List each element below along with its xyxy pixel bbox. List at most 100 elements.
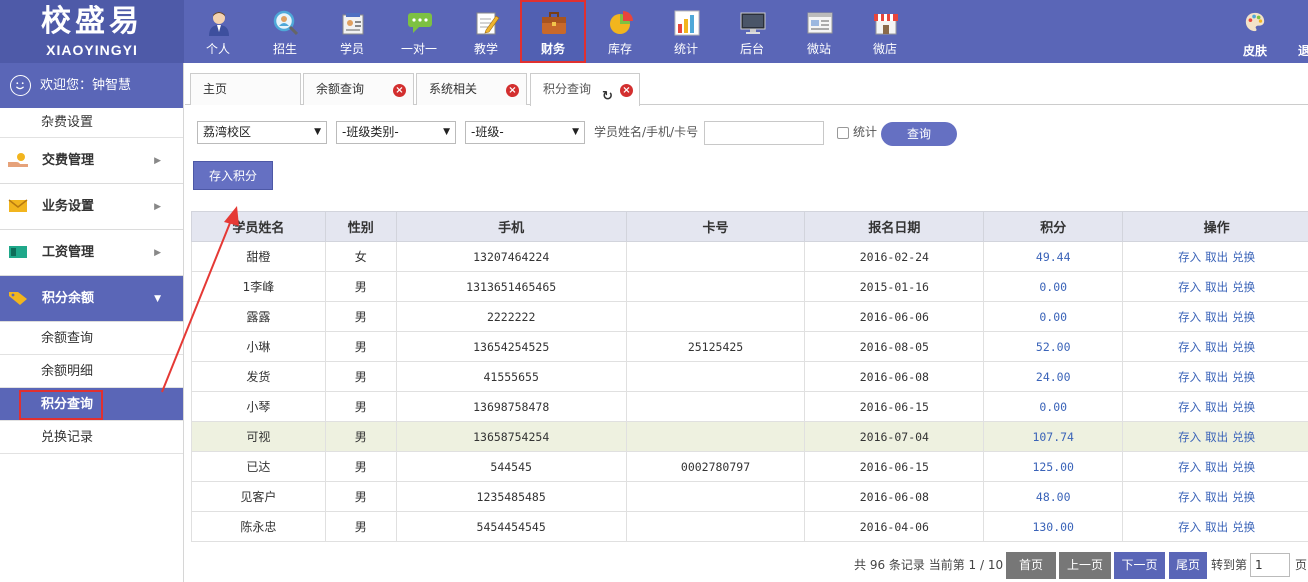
column-header-points[interactable]: 积分: [983, 211, 1124, 242]
cell-gender: 男: [324, 481, 397, 512]
deposit-link[interactable]: 存入: [1178, 280, 1201, 294]
withdraw-link[interactable]: 取出: [1205, 250, 1228, 264]
nav-teaching[interactable]: 教学: [454, 0, 518, 63]
pager-last-button[interactable]: 尾页: [1169, 552, 1207, 579]
sidebar-item-balance-detail[interactable]: 余额明细: [0, 355, 183, 388]
pager-first-button[interactable]: 首页: [1006, 552, 1056, 579]
withdraw-link[interactable]: 取出: [1205, 280, 1228, 294]
nav-one-on-one[interactable]: 一对一: [387, 0, 451, 63]
deposit-link[interactable]: 存入: [1178, 310, 1201, 324]
withdraw-link[interactable]: 取出: [1205, 370, 1228, 384]
nav-backend[interactable]: 后台: [720, 0, 784, 63]
withdraw-link[interactable]: 取出: [1205, 340, 1228, 354]
pager-prev-button[interactable]: 上一页: [1059, 552, 1111, 579]
withdraw-link[interactable]: 取出: [1205, 400, 1228, 414]
nav-micro-site[interactable]: 微站: [787, 0, 851, 63]
stat-checkbox[interactable]: [837, 127, 849, 139]
cell-actions: 存入 取出 兑换: [1122, 511, 1308, 542]
deposit-link[interactable]: 存入: [1178, 250, 1201, 264]
nav-personal[interactable]: 个人: [186, 0, 250, 63]
exchange-link[interactable]: 兑换: [1232, 520, 1255, 534]
cell-card: 0002780797: [625, 451, 806, 482]
pager-next-button[interactable]: 下一页: [1114, 552, 1165, 579]
campus-select[interactable]: 荔湾校区 ▼: [197, 121, 327, 144]
tab-points-query[interactable]: 积分查询 ↻ ×: [530, 73, 640, 106]
exchange-link[interactable]: 兑换: [1232, 430, 1255, 444]
sidebar-item-exchange-records[interactable]: 兑换记录: [0, 421, 183, 454]
exchange-link[interactable]: 兑换: [1232, 340, 1255, 354]
close-icon[interactable]: ×: [506, 84, 519, 97]
exchange-link[interactable]: 兑换: [1232, 490, 1255, 504]
deposit-link[interactable]: 存入: [1178, 520, 1201, 534]
welcome-bar: 欢迎您：钟智慧: [0, 63, 183, 108]
column-header-date[interactable]: 报名日期: [804, 211, 985, 242]
exchange-link[interactable]: 兑换: [1232, 250, 1255, 264]
exchange-link[interactable]: 兑换: [1232, 280, 1255, 294]
sidebar-item-balance-query[interactable]: 余额查询: [0, 322, 183, 355]
pager-page-input[interactable]: 1: [1250, 553, 1290, 577]
table-header-row: 学员姓名 性别 手机 卡号 报名日期 积分 操作: [191, 211, 1308, 242]
table-row: 1李峰男 1313651465465 2015-01-16 0.00 存入 取出 兑换: [191, 271, 1308, 302]
exchange-link[interactable]: 兑换: [1232, 310, 1255, 324]
sidebar-menu-payment[interactable]: 交费管理 ▶: [0, 138, 183, 184]
tab-balance-query[interactable]: 余额查询 ×: [303, 73, 414, 105]
close-icon[interactable]: ×: [393, 84, 406, 97]
nav-exit[interactable]: 退: [1290, 0, 1308, 63]
table-row: 可视男 13658754254 2016-07-04 107.74 存入 取出 兑换: [191, 421, 1308, 452]
deposit-link[interactable]: 存入: [1178, 370, 1201, 384]
nav-skin[interactable]: 皮肤: [1225, 0, 1285, 63]
column-header-gender[interactable]: 性别: [324, 211, 397, 242]
sidebar-menu-salary[interactable]: 工资管理 ▶: [0, 230, 183, 276]
shop-icon: [874, 14, 898, 35]
column-header-phone[interactable]: 手机: [395, 211, 627, 242]
search-label: 学员姓名/手机/卡号: [594, 125, 699, 139]
nav-enrollment[interactable]: 招生: [253, 0, 317, 63]
nav-finance[interactable]: 财务: [520, 0, 586, 63]
cell-points: 107.74: [983, 421, 1124, 452]
person-icon: [209, 12, 229, 36]
nav-students[interactable]: 学员: [320, 0, 384, 63]
exchange-link[interactable]: 兑换: [1232, 460, 1255, 474]
pager-goto-label: 转到第: [1211, 558, 1248, 572]
deposit-link[interactable]: 存入: [1178, 340, 1201, 354]
nav-label: 微店: [872, 42, 897, 56]
deposit-link[interactable]: 存入: [1178, 490, 1201, 504]
nav-micro-shop[interactable]: 微店: [853, 0, 917, 63]
column-header-card[interactable]: 卡号: [625, 211, 806, 242]
sidebar-item-points-query[interactable]: 积分查询: [0, 388, 183, 421]
refresh-icon[interactable]: ↻: [602, 82, 613, 112]
sidebar-menu-points-balance[interactable]: 积分余额 ▼: [0, 276, 183, 322]
cell-name: 小琴: [191, 391, 326, 422]
tab-home[interactable]: 主页: [190, 73, 301, 105]
exchange-link[interactable]: 兑换: [1232, 370, 1255, 384]
sidebar-item-misc-fee-settings[interactable]: 杂费设置: [0, 108, 183, 138]
withdraw-link[interactable]: 取出: [1205, 430, 1228, 444]
withdraw-link[interactable]: 取出: [1205, 310, 1228, 324]
withdraw-link[interactable]: 取出: [1205, 490, 1228, 504]
cell-phone: 1313651465465: [395, 271, 627, 302]
column-header-name[interactable]: 学员姓名: [191, 211, 326, 242]
withdraw-link[interactable]: 取出: [1205, 460, 1228, 474]
sidebar-item-label: 积分查询: [18, 390, 104, 420]
pie-chart-icon: [610, 11, 633, 34]
deposit-link[interactable]: 存入: [1178, 460, 1201, 474]
cell-gender: 男: [324, 391, 397, 422]
cell-phone: 13658754254: [395, 421, 627, 452]
deposit-link[interactable]: 存入: [1178, 430, 1201, 444]
tab-system[interactable]: 系统相关 ×: [416, 73, 527, 105]
class-type-select[interactable]: -班级类别- ▼: [336, 121, 456, 144]
class-select[interactable]: -班级- ▼: [465, 121, 585, 144]
query-button[interactable]: 查询: [881, 122, 957, 146]
search-input[interactable]: [704, 121, 824, 145]
table-row: 陈永忠男 5454454545 2016-04-06 130.00 存入 取出 兑换: [191, 511, 1308, 542]
sidebar-menu-business-settings[interactable]: 业务设置 ▶: [0, 184, 183, 230]
withdraw-link[interactable]: 取出: [1205, 520, 1228, 534]
cell-actions: 存入 取出 兑换: [1122, 241, 1308, 272]
save-points-button[interactable]: 存入积分: [193, 161, 273, 190]
close-icon[interactable]: ×: [620, 84, 633, 97]
deposit-link[interactable]: 存入: [1178, 400, 1201, 414]
nav-statistics[interactable]: 统计: [654, 0, 718, 63]
exchange-link[interactable]: 兑换: [1232, 400, 1255, 414]
nav-inventory[interactable]: 库存: [588, 0, 652, 63]
tab-label: 积分查询: [543, 82, 592, 96]
